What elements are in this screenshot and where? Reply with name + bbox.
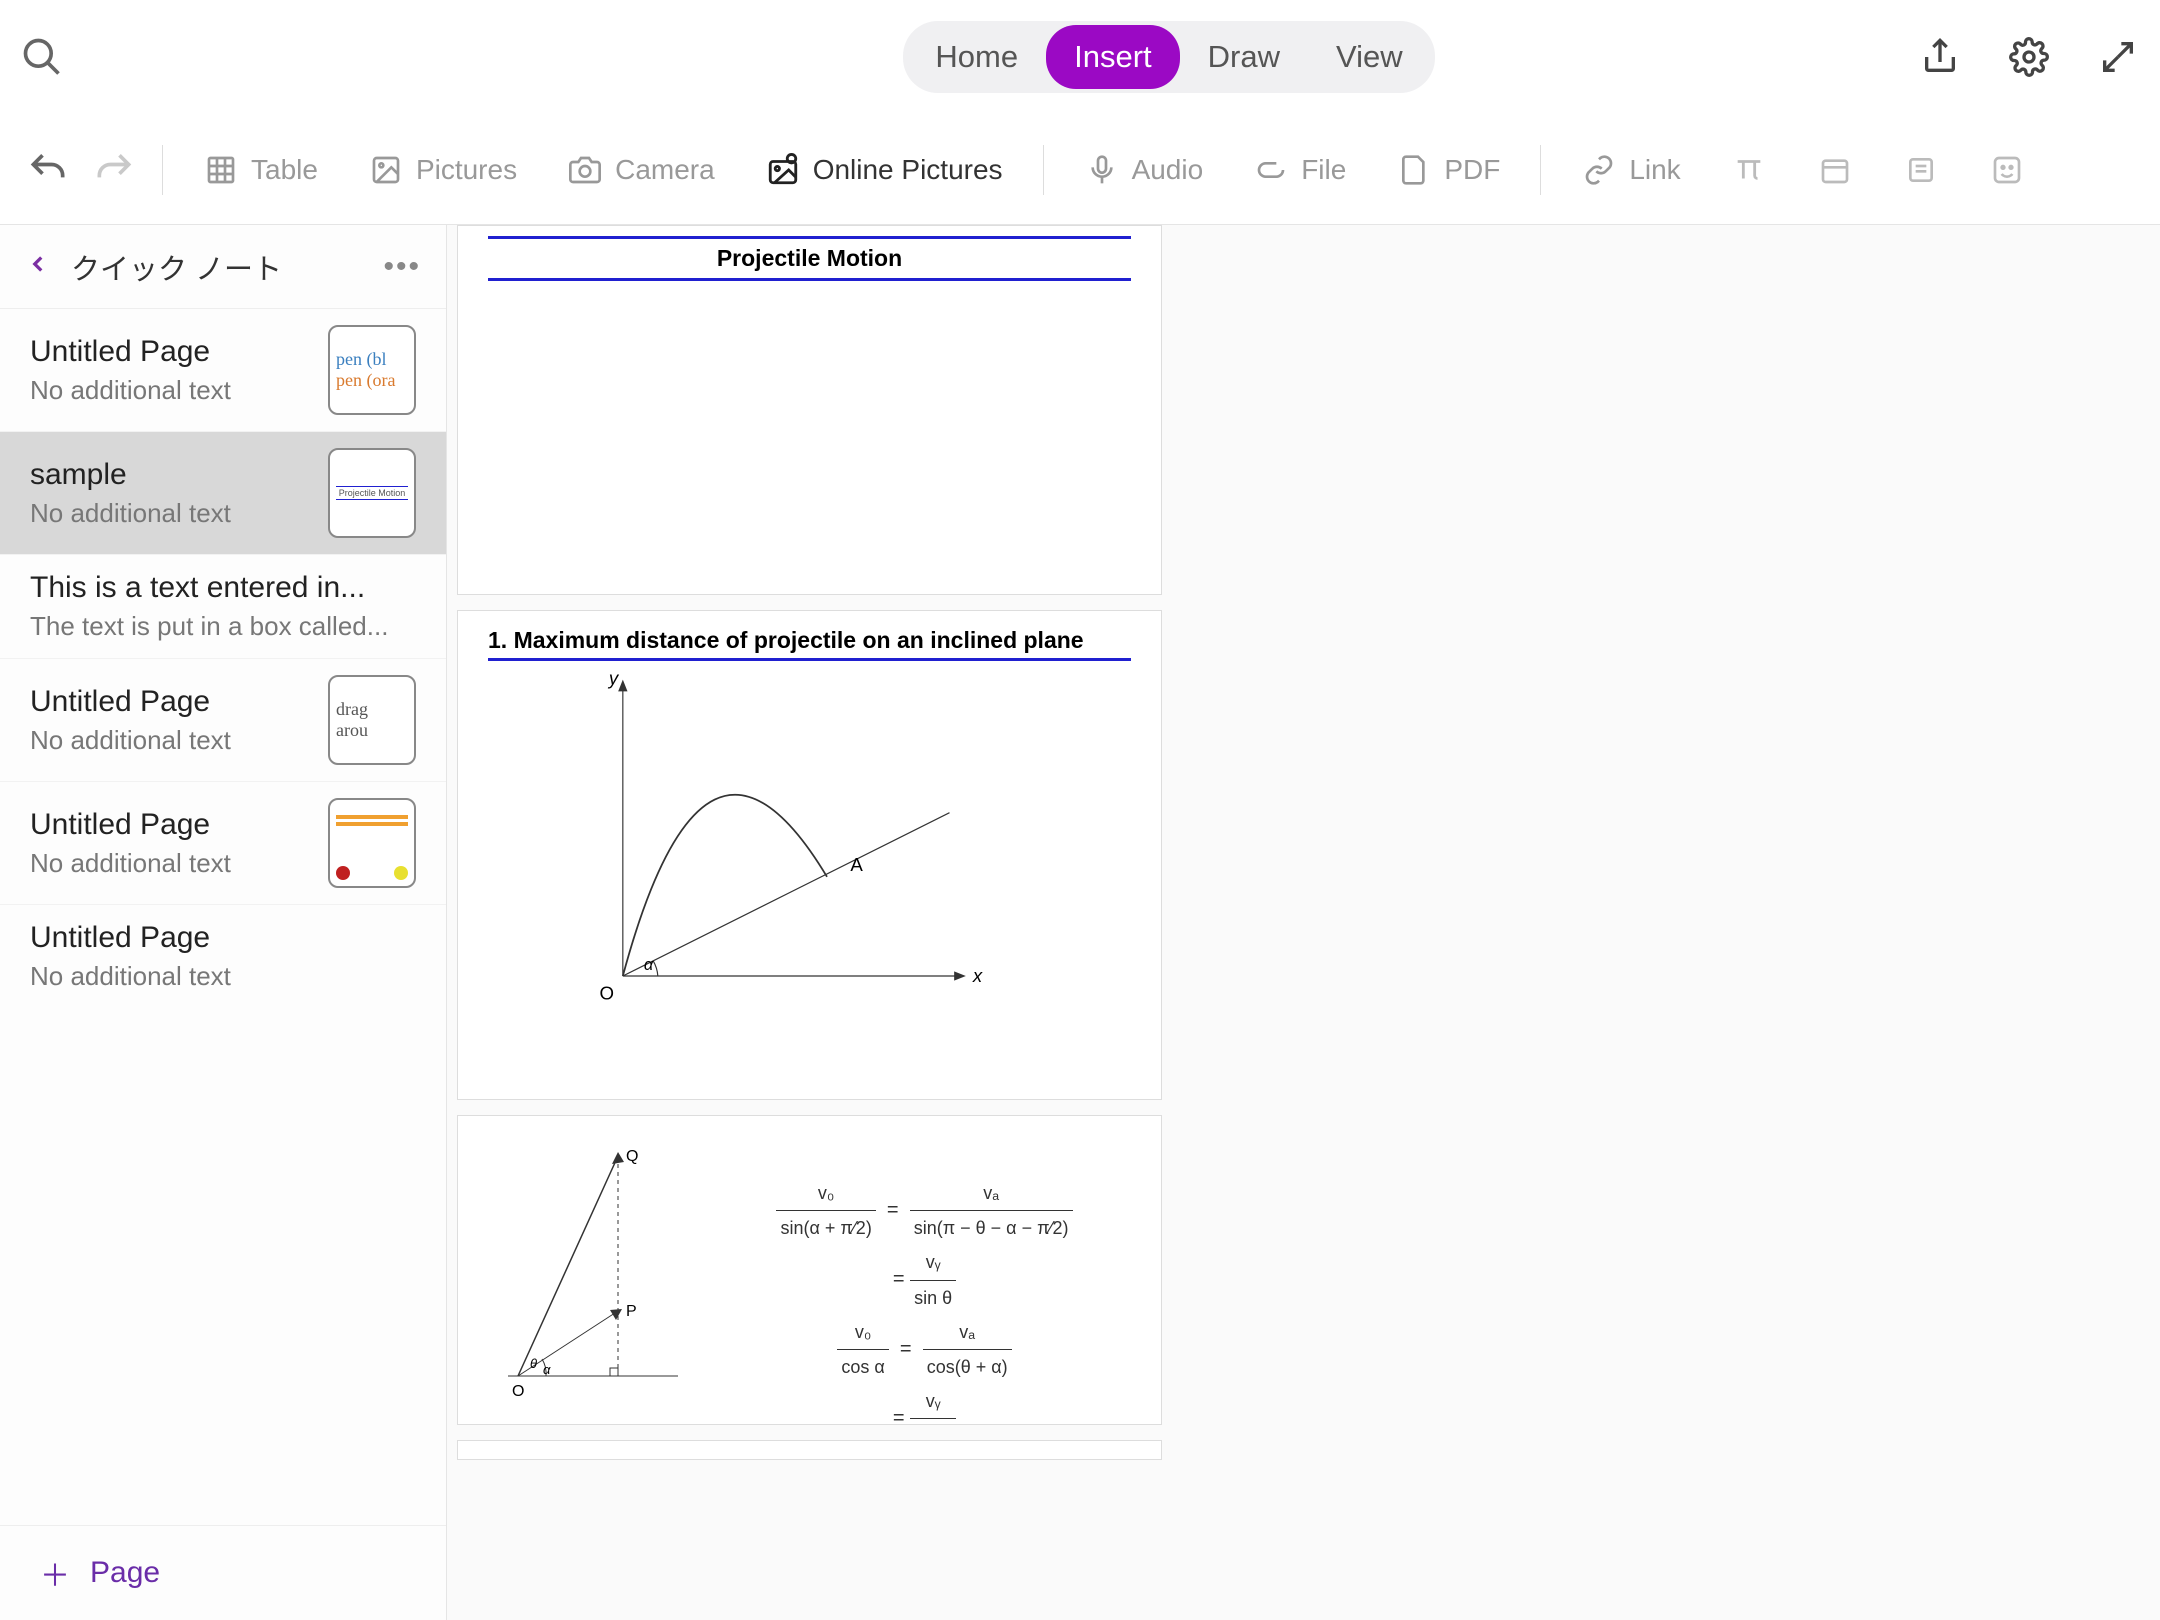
page-item[interactable]: sample No additional text Projectile Mot… <box>0 432 446 555</box>
audio-icon <box>1084 152 1120 188</box>
file-button[interactable]: File <box>1233 142 1366 198</box>
page-subtitle: No additional text <box>30 725 310 756</box>
fullscreen-icon[interactable] <box>2096 35 2140 79</box>
audio-label: Audio <box>1132 154 1204 186</box>
online-pictures-label: Online Pictures <box>813 154 1003 186</box>
link-icon <box>1581 152 1617 188</box>
table-icon <box>203 152 239 188</box>
label-O2: O <box>512 1383 524 1400</box>
label-x: x <box>972 965 983 986</box>
pi-icon <box>1731 152 1767 188</box>
link-button[interactable]: Link <box>1561 142 1700 198</box>
container-icon <box>1903 152 1939 188</box>
doc-title: Projectile Motion <box>488 236 1131 281</box>
online-pictures-icon <box>765 152 801 188</box>
page-title: Untitled Page <box>30 335 310 369</box>
add-page-button[interactable]: ＋ Page <box>0 1525 446 1620</box>
link-label: Link <box>1629 154 1680 186</box>
undo-icon[interactable] <box>30 152 66 188</box>
page-title: This is a text entered in... <box>30 571 416 605</box>
projectile-graph: O x y A α <box>488 661 1131 1011</box>
canvas-area[interactable]: Projectile Motion 1. Maximum distance of… <box>447 225 2160 1620</box>
page-title: Untitled Page <box>30 685 310 719</box>
more-icon[interactable]: ••• <box>383 250 421 284</box>
file-icon <box>1253 152 1289 188</box>
camera-button[interactable]: Camera <box>547 142 735 198</box>
page-subtitle: The text is put in a box called... <box>30 611 416 642</box>
page-subtitle: No additional text <box>30 848 310 879</box>
tab-insert[interactable]: Insert <box>1046 25 1180 89</box>
pdf-button[interactable]: PDF <box>1376 142 1520 198</box>
section-title: 1. Maximum distance of projectile on an … <box>488 623 1131 661</box>
triangle-diagram: Q P O θ α <box>488 1136 688 1406</box>
page-subtitle: No additional text <box>30 498 310 529</box>
document-title-block: Projectile Motion <box>457 225 1162 595</box>
calendar-icon <box>1817 152 1853 188</box>
share-icon[interactable] <box>1918 35 1962 79</box>
document-empty-block <box>457 1440 1162 1460</box>
svg-text:α: α <box>543 1362 551 1377</box>
date-button[interactable] <box>1797 142 1873 198</box>
label-alpha: α <box>644 956 654 974</box>
page-subtitle: No additional text <box>30 375 310 406</box>
settings-icon[interactable] <box>2007 35 2051 79</box>
plus-icon: ＋ <box>40 1551 70 1595</box>
add-page-label: Page <box>90 1556 160 1590</box>
container-button[interactable] <box>1883 142 1959 198</box>
file-label: File <box>1301 154 1346 186</box>
notebook-title[interactable]: クイック ノート <box>71 246 363 288</box>
page-title: sample <box>30 458 310 492</box>
document-formula-block: Q P O θ α v₀sin(α + π⁄2) = vₐsin(π − θ −… <box>457 1115 1162 1425</box>
label-Q: Q <box>626 1148 638 1165</box>
page-thumbnail: pen (bl pen (ora <box>328 325 416 415</box>
sticker-icon <box>1989 152 2025 188</box>
camera-label: Camera <box>615 154 715 186</box>
page-title: Untitled Page <box>30 808 310 842</box>
online-pictures-button[interactable]: Online Pictures <box>745 142 1023 198</box>
main-tabs: Home Insert Draw View <box>903 21 1434 93</box>
page-item[interactable]: This is a text entered in... The text is… <box>0 555 446 659</box>
audio-button[interactable]: Audio <box>1064 142 1224 198</box>
label-y: y <box>607 667 620 688</box>
page-list: Untitled Page No additional text pen (bl… <box>0 309 446 1525</box>
label-A: A <box>850 854 863 875</box>
page-title: Untitled Page <box>30 921 416 955</box>
pdf-label: PDF <box>1444 154 1500 186</box>
page-item[interactable]: Untitled Page No additional text <box>0 782 446 905</box>
pictures-button[interactable]: Pictures <box>348 142 537 198</box>
tab-view[interactable]: View <box>1308 25 1431 89</box>
page-thumbnail: Projectile Motion <box>328 448 416 538</box>
table-button[interactable]: Table <box>183 142 338 198</box>
page-item[interactable]: Untitled Page No additional text drag ar… <box>0 659 446 782</box>
page-thumbnail <box>328 798 416 888</box>
page-item[interactable]: Untitled Page No additional text pen (bl… <box>0 309 446 432</box>
camera-icon <box>567 152 603 188</box>
table-label: Table <box>251 154 318 186</box>
pictures-label: Pictures <box>416 154 517 186</box>
redo-icon <box>96 152 132 188</box>
label-O: O <box>600 982 615 1003</box>
pdf-icon <box>1396 152 1432 188</box>
search-icon[interactable] <box>20 35 64 79</box>
page-thumbnail: drag arou <box>328 675 416 765</box>
equation-button[interactable] <box>1711 142 1787 198</box>
page-item[interactable]: Untitled Page No additional text <box>0 905 446 1008</box>
pictures-icon <box>368 152 404 188</box>
document-section-block: 1. Maximum distance of projectile on an … <box>457 610 1162 1100</box>
tab-draw[interactable]: Draw <box>1180 25 1308 89</box>
formula-text: v₀sin(α + π⁄2) = vₐsin(π − θ − α − π⁄2) … <box>718 1136 1131 1404</box>
svg-text:θ: θ <box>530 1356 537 1371</box>
sticker-button[interactable] <box>1969 142 2045 198</box>
back-icon[interactable] <box>25 245 51 288</box>
tab-home[interactable]: Home <box>907 25 1046 89</box>
label-P: P <box>626 1303 637 1320</box>
page-subtitle: No additional text <box>30 961 416 992</box>
